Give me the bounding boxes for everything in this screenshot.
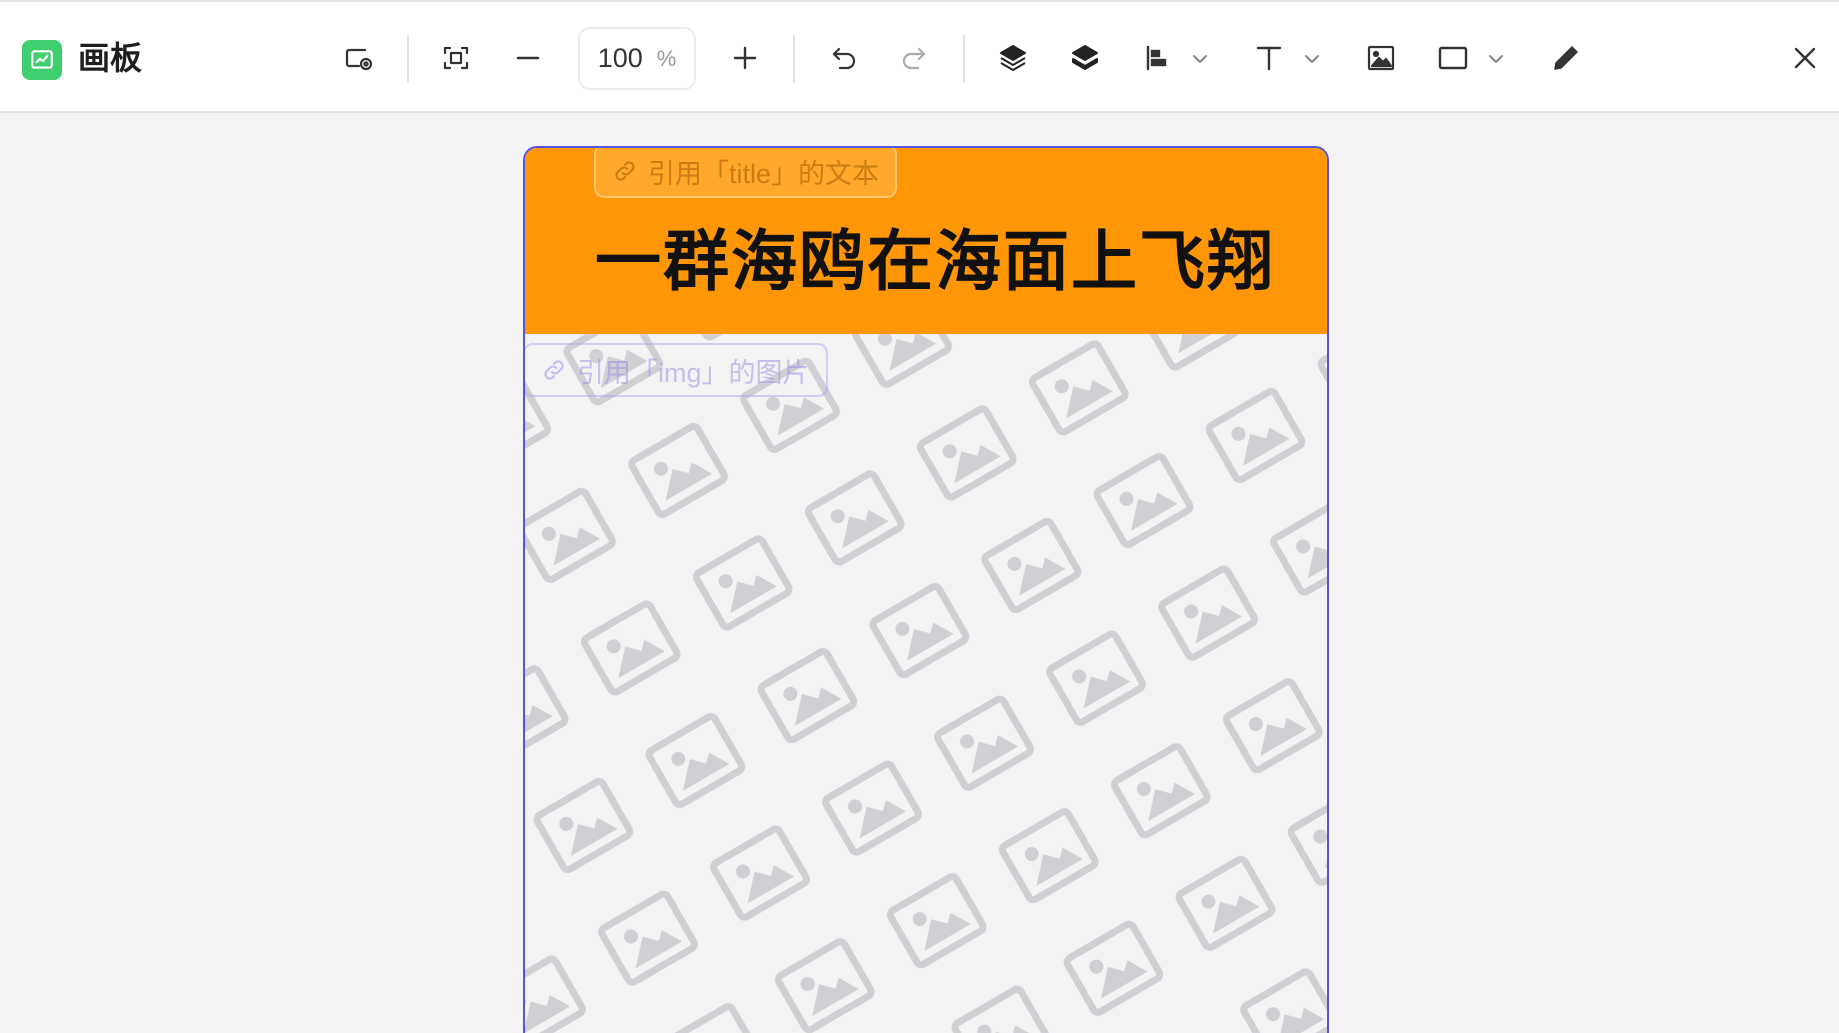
chevron-down-icon <box>1305 55 1319 63</box>
chevron-down-icon <box>1489 55 1503 63</box>
bring-forward-button[interactable] <box>992 37 1034 79</box>
img-reference-tag[interactable]: 引用「img」的图片 <box>525 343 828 397</box>
toolbar-divider <box>407 35 409 83</box>
title-reference-tag[interactable]: 引用「title」的文本 <box>594 148 898 198</box>
title-reference-label: 引用「title」的文本 <box>648 158 880 189</box>
zoom-in-icon <box>733 46 757 70</box>
toolbar-divider <box>793 35 795 83</box>
text-tool-button[interactable] <box>1248 37 1290 79</box>
image-tool-button[interactable] <box>1360 37 1402 79</box>
zoom-out-button[interactable] <box>507 37 549 79</box>
redo-button[interactable] <box>893 37 935 79</box>
artboard[interactable]: 一群海鸥在海面上飞翔 引用「title」的文本 引用「img」的图片 <box>523 146 1329 1033</box>
toolbar-divider <box>963 35 965 83</box>
align-icon <box>1146 45 1167 71</box>
close-button[interactable] <box>1784 37 1826 79</box>
image-tool-icon <box>1367 45 1395 71</box>
chevron-down-icon <box>1193 55 1207 63</box>
zoom-unit: % <box>656 45 677 71</box>
layers-icon <box>1072 45 1098 70</box>
board-title-text[interactable]: 一群海鸥在海面上飞翔 <box>595 208 1275 304</box>
img-reference-label: 引用「img」的图片 <box>577 357 810 388</box>
zoom-out-icon <box>516 56 540 60</box>
toolbar: 画板 100 % <box>0 0 1839 113</box>
fit-screen-button[interactable] <box>435 37 477 79</box>
app-logo-icon <box>22 40 62 80</box>
text-dropdown-caret[interactable] <box>1303 50 1321 68</box>
rectangle-tool-icon <box>1438 46 1468 70</box>
layers-button[interactable] <box>1064 37 1106 79</box>
zoom-value: 100 <box>597 43 643 73</box>
align-button[interactable] <box>1137 37 1179 79</box>
text-tool-icon <box>1256 46 1282 71</box>
shape-dropdown-caret[interactable] <box>1487 50 1505 68</box>
undo-button[interactable] <box>823 37 865 79</box>
canvas-settings-icon <box>345 48 373 71</box>
pen-tool-icon <box>1554 46 1578 70</box>
canvas-settings-button[interactable] <box>338 37 380 79</box>
app-title: 画板 <box>78 39 143 77</box>
zoom-level-input[interactable]: 100 % <box>578 27 696 90</box>
link-icon <box>544 360 564 380</box>
redo-icon <box>902 47 926 70</box>
pen-tool-button[interactable] <box>1545 37 1587 79</box>
fit-screen-icon <box>443 46 469 70</box>
close-icon <box>1794 47 1816 69</box>
shape-tool-button[interactable] <box>1432 37 1474 79</box>
image-placeholder[interactable] <box>525 334 1327 1033</box>
align-dropdown-caret[interactable] <box>1191 50 1209 68</box>
bring-forward-icon <box>1000 45 1026 71</box>
zoom-in-button[interactable] <box>724 37 766 79</box>
undo-icon <box>832 47 856 70</box>
link-icon <box>615 161 635 181</box>
